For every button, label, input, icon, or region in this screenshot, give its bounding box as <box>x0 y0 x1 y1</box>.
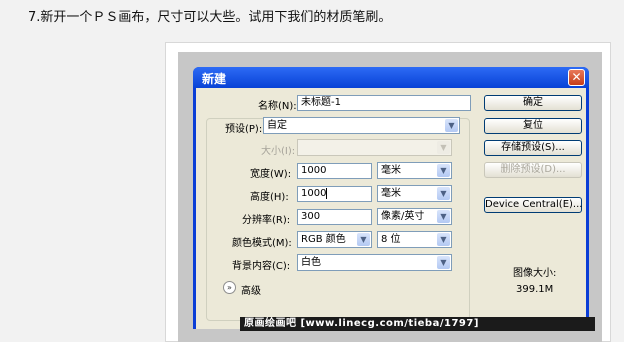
text-cursor <box>326 187 328 199</box>
width-unit-value: 毫米 <box>381 165 401 176</box>
background-value: 白色 <box>301 257 321 268</box>
height-label: 高度(H): <box>250 192 289 203</box>
background-select[interactable]: 白色 ▼ <box>297 254 452 271</box>
width-label: 宽度(W): <box>250 169 292 180</box>
chevron-down-icon: ▼ <box>437 141 450 154</box>
resolution-unit-value: 像素/英寸 <box>381 211 425 222</box>
chevron-down-icon: ▼ <box>445 119 458 132</box>
preset-select[interactable]: 自定 ▼ <box>263 117 460 134</box>
color-mode-label: 颜色模式(M): <box>232 238 292 249</box>
height-unit-value: 毫米 <box>381 188 401 199</box>
delete-preset-button: 删除预设(D)... <box>484 162 582 178</box>
name-field[interactable]: 未标题-1 <box>297 95 471 111</box>
dialog-body: 名称(N): 未标题-1 预设(P): 自定 ▼ 大小(I): ▼ 宽度(W):… <box>196 88 586 329</box>
image-size-value: 399.1M <box>516 284 554 295</box>
bit-depth-select[interactable]: 8 位 ▼ <box>377 231 452 248</box>
reset-button[interactable]: 复位 <box>484 118 582 134</box>
color-mode-value: RGB 颜色 <box>301 234 346 245</box>
name-label: 名称(N): <box>258 101 297 112</box>
close-icon: ✕ <box>571 70 582 84</box>
bit-depth-value: 8 位 <box>381 234 401 245</box>
double-chevron-down-icon[interactable]: » <box>223 281 236 294</box>
color-mode-select[interactable]: RGB 颜色 ▼ <box>297 231 372 248</box>
chevron-down-icon: ▼ <box>437 233 450 246</box>
height-value: 1000 <box>301 188 327 199</box>
width-field[interactable]: 1000 <box>297 163 372 179</box>
height-field[interactable]: 1000 <box>297 186 372 202</box>
resolution-unit-select[interactable]: 像素/英寸 ▼ <box>377 208 452 225</box>
size-label: 大小(I): <box>261 146 296 157</box>
height-unit-select[interactable]: 毫米 ▼ <box>377 185 452 202</box>
resolution-label: 分辨率(R): <box>242 215 291 226</box>
preset-label: 预设(P): <box>225 124 263 135</box>
ok-button[interactable]: 确定 <box>484 95 582 111</box>
dialog-titlebar[interactable]: 新建 ✕ <box>193 67 589 88</box>
resolution-field[interactable]: 300 <box>297 209 372 225</box>
watermark-banner: 原画绘画吧 [www.linecg.com/tieba/1797] <box>240 317 595 331</box>
size-select: ▼ <box>297 139 452 156</box>
chevron-down-icon: ▼ <box>437 256 450 269</box>
device-central-button[interactable]: Device Central(E)... <box>484 197 582 213</box>
step-caption: 7.新开一个ＰＳ画布，尺寸可以大些。试用下我们的材质笔刷。 <box>28 10 392 25</box>
close-button[interactable]: ✕ <box>568 69 585 86</box>
save-preset-button[interactable]: 存储预设(S)... <box>484 140 582 156</box>
background-label: 背景内容(C): <box>232 261 291 272</box>
preset-value: 自定 <box>267 120 287 131</box>
chevron-down-icon: ▼ <box>437 164 450 177</box>
dialog-title: 新建 <box>202 72 227 86</box>
new-document-dialog: 新建 ✕ 名称(N): 未标题-1 预设(P): 自定 ▼ 大小(I): ▼ 宽… <box>193 67 589 329</box>
chevron-down-icon: ▼ <box>437 187 450 200</box>
advanced-label[interactable]: 高级 <box>241 282 261 297</box>
image-size-label: 图像大小: <box>513 268 557 279</box>
width-unit-select[interactable]: 毫米 ▼ <box>377 162 452 179</box>
chevron-down-icon: ▼ <box>357 233 370 246</box>
chevron-down-icon: ▼ <box>437 210 450 223</box>
